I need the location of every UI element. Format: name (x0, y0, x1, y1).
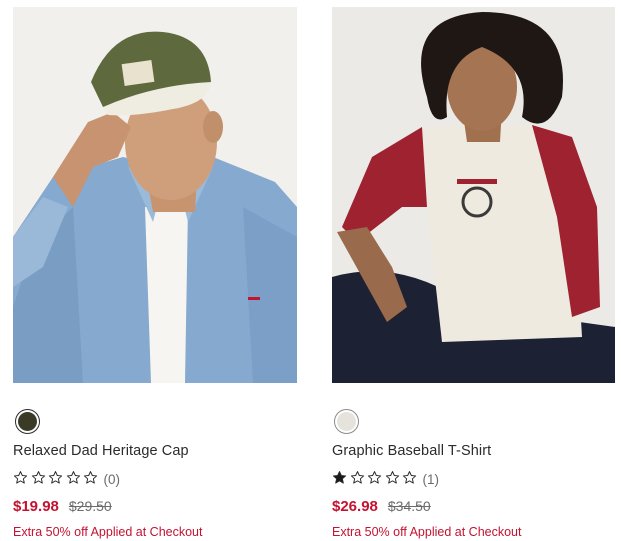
product-prices: $26.98 $34.50 (332, 498, 431, 515)
rating-stars (332, 470, 420, 488)
promo-text: Extra 50% off Applied at Checkout (13, 525, 203, 539)
star-empty-icon (48, 471, 63, 484)
color-swatch[interactable] (334, 409, 359, 434)
product-image[interactable] (13, 7, 297, 383)
color-swatch[interactable] (15, 409, 40, 434)
star-empty-icon (31, 471, 45, 484)
sale-price: $26.98 (332, 498, 378, 515)
star-empty-icon (385, 471, 399, 484)
star-filled-icon (332, 471, 347, 484)
star-empty-icon (66, 471, 80, 484)
product-rating[interactable]: (0) (13, 471, 120, 487)
rating-count: (1) (422, 471, 440, 487)
color-swatch-dot (18, 412, 37, 431)
star-empty-icon (402, 471, 417, 484)
sale-price: $19.98 (13, 498, 59, 515)
promo-text: Extra 50% off Applied at Checkout (332, 525, 522, 539)
star-empty-icon (350, 471, 364, 484)
color-swatch-dot (337, 412, 356, 431)
original-price: $29.50 (68, 498, 112, 514)
product-name[interactable]: Relaxed Dad Heritage Cap (13, 443, 189, 459)
original-price: $34.50 (387, 498, 431, 514)
product-rating[interactable]: (1) (332, 471, 439, 487)
star-empty-icon (83, 471, 98, 484)
rating-count: (0) (103, 471, 121, 487)
product-image[interactable] (332, 7, 615, 383)
star-empty-icon (13, 471, 28, 484)
product-prices: $19.98 $29.50 (13, 498, 112, 515)
product-name[interactable]: Graphic Baseball T-Shirt (332, 443, 491, 459)
product-grid: Relaxed Dad Heritage Cap (0) $19.98 $29.… (0, 0, 621, 541)
star-empty-icon (367, 471, 382, 484)
rating-stars (13, 470, 101, 488)
